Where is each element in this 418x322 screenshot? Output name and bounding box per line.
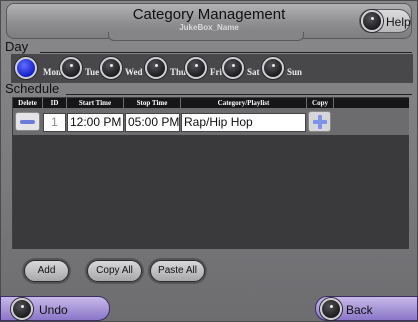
start-time-field[interactable]: 12:00 PM [67, 113, 124, 132]
day-label: Sun [287, 67, 303, 77]
day-label: Fri [210, 67, 222, 77]
back-label: Back [346, 303, 373, 317]
radio-icon [222, 57, 244, 79]
copy-row-button[interactable] [308, 111, 331, 132]
undo-button[interactable]: Undo [0, 296, 110, 321]
back-button[interactable]: Back [315, 296, 418, 321]
undo-icon [11, 298, 33, 320]
table-row: 1 12:00 PM 05:00 PM Rap/Hip Hop [13, 108, 409, 135]
table-header: Delete ID Start Time Stop Time Category/… [13, 98, 409, 108]
help-label: Help [386, 15, 411, 29]
radio-icon [100, 57, 122, 79]
column-header-stop: Stop Time [124, 98, 181, 108]
column-header-start: Start Time [67, 98, 124, 108]
schedule-divider [66, 94, 412, 95]
title-tab [108, 32, 304, 41]
column-header-id: ID [43, 98, 67, 108]
radio-icon [145, 57, 167, 79]
category-field[interactable]: Rap/Hip Hop [181, 113, 306, 132]
day-selector: Mon Tue Wed Thu Fri Sat Sun [11, 54, 413, 83]
radio-icon [185, 57, 207, 79]
back-icon [320, 298, 342, 320]
paste-all-button[interactable]: Paste All [150, 260, 205, 282]
stop-time-field[interactable]: 05:00 PM [125, 113, 180, 132]
help-icon [361, 10, 383, 32]
undo-label: Undo [39, 303, 68, 317]
column-header-copy: Copy [307, 98, 334, 108]
day-label: Sat [247, 67, 260, 77]
day-label: Tue [85, 67, 100, 77]
schedule-section-label: Schedule [5, 81, 60, 96]
radio-icon [15, 57, 37, 79]
help-button[interactable]: Help [359, 9, 411, 33]
page-title: Category Management [132, 6, 286, 23]
delete-row-button[interactable] [15, 112, 40, 131]
row-id: 1 [43, 113, 66, 132]
jukebox-name: JukeBox_Name [179, 23, 239, 32]
radio-icon [262, 57, 284, 79]
radio-icon [60, 57, 82, 79]
schedule-table: Delete ID Start Time Stop Time Category/… [12, 97, 409, 249]
column-header-category: Category/Playlist [181, 98, 307, 108]
day-label: Wed [125, 67, 143, 77]
day-divider [40, 52, 412, 53]
day-label: Mon [43, 67, 61, 77]
column-header-delete: Delete [13, 98, 43, 108]
add-button[interactable]: Add [24, 260, 69, 282]
day-label: Thu [170, 67, 187, 77]
copy-all-button[interactable]: Copy All [87, 260, 142, 282]
day-section-label: Day [5, 39, 29, 54]
